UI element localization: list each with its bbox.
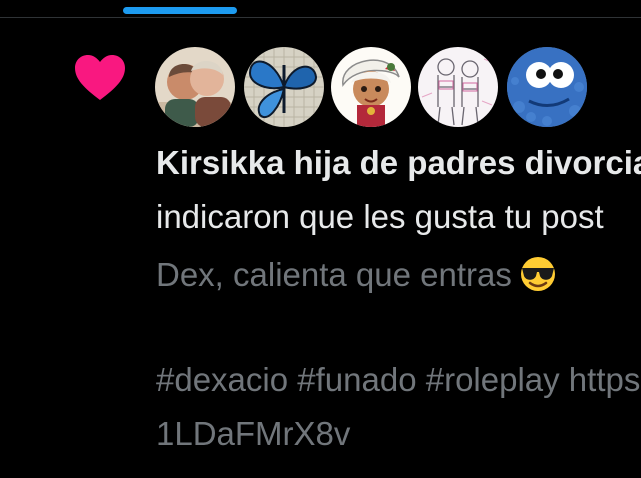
liker-display-name[interactable]: Kirsikka hija de padres divorciados xyxy=(156,145,641,181)
notification-action-text: indicaron que les gusta tu post xyxy=(156,198,604,235)
post-hashtags[interactable]: #dexacio #funado #roleplay https://t.co/ xyxy=(156,362,641,398)
avatar-cookie-monster[interactable] xyxy=(507,47,587,127)
tab-bar xyxy=(0,0,641,18)
avatar-kissing-couple[interactable] xyxy=(155,47,235,127)
avatar-anime-character[interactable] xyxy=(331,47,411,127)
avatar-blue-butterfly[interactable] xyxy=(244,47,324,127)
smiling-face-with-sunglasses-icon xyxy=(520,257,555,291)
active-tab-indicator xyxy=(123,7,237,14)
post-preview-text: Dex, calienta que entras xyxy=(156,256,512,293)
heart-icon xyxy=(75,55,125,100)
notification-text[interactable]: Kirsikka hija de padres divorciados indi… xyxy=(156,142,641,478)
avatar-sketch-drawing[interactable] xyxy=(418,47,498,127)
post-preview-line: Dex, calienta que entras xyxy=(156,256,558,293)
post-link[interactable]: 1LDaFMrX8v xyxy=(156,416,350,452)
liker-avatars xyxy=(155,47,641,128)
